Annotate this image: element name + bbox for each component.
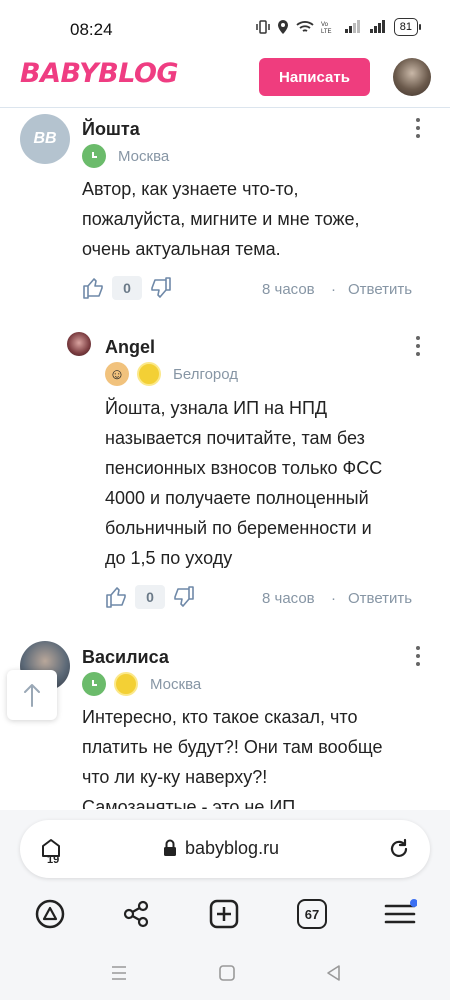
comment-time: 8 часов (262, 281, 315, 298)
separator: · (331, 590, 336, 607)
reply-button[interactable]: Ответить (348, 281, 412, 298)
system-navigation (0, 950, 450, 1000)
site-header: BABYBLOG Написать (0, 56, 450, 108)
browser-nav: 67 (0, 892, 450, 942)
vibrate-icon (256, 20, 270, 34)
wifi-icon (296, 21, 314, 32)
comment-text: Йошта, узнала ИП на НПД называется почит… (105, 398, 383, 568)
svg-text:LTE: LTE (321, 29, 332, 34)
write-button[interactable]: Написать (259, 58, 370, 96)
scroll-top-button[interactable] (7, 670, 57, 720)
alice-icon (35, 899, 65, 929)
more-icon[interactable] (415, 336, 421, 356)
user-avatar[interactable] (393, 58, 431, 96)
comment-text: Интересно, кто такое сказал, что платить… (82, 707, 383, 809)
url-text[interactable]: babyblog.ru (185, 838, 279, 859)
tabs-count: 67 (297, 899, 327, 929)
lock-icon (164, 839, 176, 856)
address-bar[interactable]: 19 babyblog.ru (20, 820, 430, 878)
share-button[interactable] (119, 897, 153, 931)
signal-icon-2 (369, 20, 385, 33)
dislike-icon[interactable] (171, 585, 195, 609)
like-icon[interactable] (82, 276, 106, 300)
star-badge-icon (114, 672, 138, 696)
avatar[interactable] (67, 332, 91, 356)
tabs-button[interactable]: 67 (295, 897, 329, 931)
status-bar: 08:24 Vo LTE 81 (0, 0, 450, 56)
browser-toolbar: 19 babyblog.ru 67 (0, 810, 450, 950)
reload-icon[interactable] (388, 838, 410, 860)
scroll-top-icon (24, 684, 40, 707)
site-logo[interactable]: BABYBLOG (20, 58, 179, 89)
baby-face-badge-icon: ☺ (105, 362, 129, 386)
comment-author[interactable]: Василиса (82, 647, 169, 668)
avatar[interactable]: BB (20, 114, 70, 164)
reply-button[interactable]: Ответить (348, 590, 412, 607)
comment-author[interactable]: Angel (105, 337, 155, 358)
comments-feed: BB Йошта Москва Автор, как узнаете что-т… (0, 109, 450, 809)
comment-meta: ☺ Белгород (105, 362, 238, 386)
location-icon (277, 20, 288, 34)
like-icon[interactable] (105, 585, 129, 609)
comment-author[interactable]: Йошта (82, 119, 140, 140)
more-icon[interactable] (415, 646, 421, 666)
volte-icon: VoLTE (321, 22, 332, 34)
back-nav-icon[interactable] (325, 964, 341, 982)
tab-badge: 19 (47, 854, 60, 866)
comment-time: 8 часов (262, 590, 315, 607)
add-tab-icon (209, 899, 239, 929)
recent-apps-icon[interactable] (110, 965, 128, 981)
separator: · (331, 281, 336, 298)
battery-indicator: 81 (393, 18, 422, 36)
menu-icon (384, 899, 417, 924)
comment-meta: Москва (82, 672, 201, 696)
new-tab-button[interactable] (207, 897, 241, 931)
menu-button[interactable] (383, 897, 417, 931)
signal-icon-1 (344, 20, 360, 33)
clock-badge-icon (82, 144, 106, 168)
vote-count: 0 (135, 585, 165, 609)
comment-meta: Москва (82, 144, 169, 168)
comment-city: Москва (118, 147, 170, 165)
more-icon[interactable] (415, 118, 421, 138)
comment-city: Белгород (173, 365, 239, 383)
vote-actions: 0 (82, 276, 172, 300)
dislike-icon[interactable] (148, 276, 172, 300)
home-nav-icon[interactable] (218, 964, 236, 982)
comment-text: Автор, как узнаете что-то, пожалуйста, м… (82, 179, 360, 259)
vote-actions: 0 (105, 585, 195, 609)
share-icon (123, 900, 149, 928)
comment-city: Москва (150, 675, 202, 693)
vote-count: 0 (112, 276, 142, 300)
svg-text:Vo: Vo (321, 22, 329, 28)
status-icons: Vo LTE 81 (256, 18, 422, 36)
star-badge-icon (137, 362, 161, 386)
clock-badge-icon (82, 672, 106, 696)
status-time: 08:24 (70, 20, 113, 39)
home-button[interactable] (33, 897, 67, 931)
